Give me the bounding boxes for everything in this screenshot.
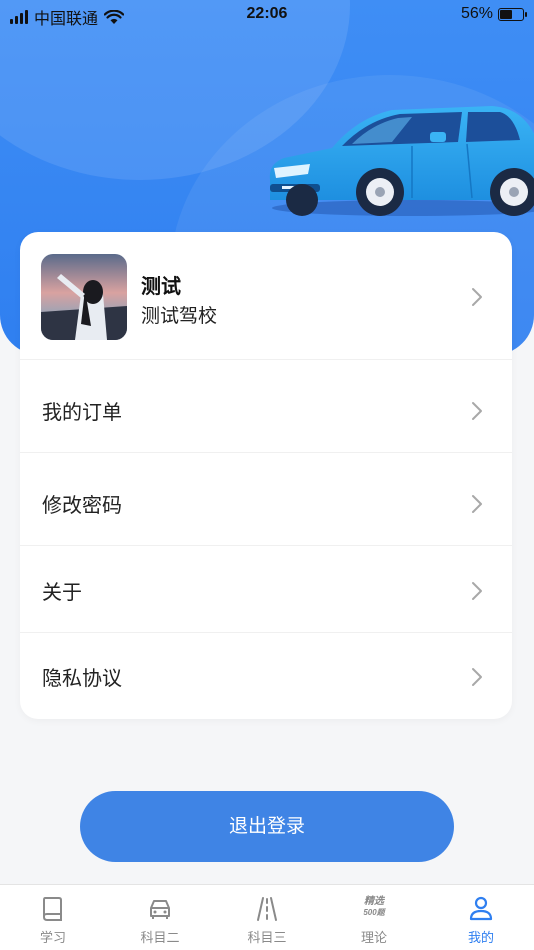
logout-button[interactable]: 退出登录: [80, 791, 454, 862]
status-bar: 中国联通 22:06 56%: [0, 0, 534, 30]
avatar: [41, 254, 127, 340]
tab-theory[interactable]: 精选 500题 理论: [321, 885, 427, 950]
tab-label: 理论: [360, 930, 387, 945]
tab-subject-two[interactable]: 科目二: [107, 885, 213, 950]
tab-subject-three[interactable]: 科目三: [214, 885, 320, 950]
tab-bar: 学习 科目二 科目三 精选 500题 理论 我的: [0, 884, 534, 950]
menu-item-change-password[interactable]: 修改密码: [20, 453, 512, 546]
icon-text-bottom: 500题: [363, 908, 385, 917]
battery-level: [500, 9, 513, 19]
menu-item-label: 我的订单: [42, 402, 122, 424]
person-icon: [469, 896, 493, 921]
tab-label: 我的: [467, 930, 494, 945]
menu-item-label: 修改密码: [42, 495, 122, 517]
chevron-right-icon: [472, 288, 482, 306]
icon-text-top: 精选: [364, 896, 384, 907]
profile-row[interactable]: 测试 测试驾校: [20, 232, 512, 360]
selected-500-icon: 精选 500题: [354, 896, 394, 924]
road-icon: [257, 897, 277, 921]
tab-label: 学习: [39, 930, 66, 945]
clock: 22:06: [246, 5, 288, 22]
chevron-right-icon: [472, 402, 482, 420]
tab-label: 科目二: [140, 930, 180, 945]
user-school: 测试驾校: [141, 306, 218, 327]
book-icon: [43, 897, 62, 921]
chevron-right-icon: [472, 582, 482, 600]
car-illustration: [269, 106, 534, 216]
battery-icon: [498, 7, 527, 21]
chevron-right-icon: [472, 495, 482, 513]
user-name: 测试: [141, 276, 181, 298]
menu-item-orders[interactable]: 我的订单: [20, 360, 512, 453]
menu-item-privacy[interactable]: 隐私协议: [20, 633, 512, 719]
tab-label: 科目三: [247, 930, 287, 945]
avatar-photo: [41, 254, 127, 340]
chevron-right-icon: [472, 668, 482, 686]
account-card: 测试 测试驾校 我的订单 修改密码 关于 隐私协议: [20, 232, 512, 719]
menu-item-about[interactable]: 关于: [20, 546, 512, 633]
tab-study[interactable]: 学习: [0, 885, 106, 950]
menu-item-label: 关于: [42, 582, 82, 604]
tab-mine[interactable]: 我的: [428, 885, 534, 950]
status-right: 56%: [460, 5, 527, 23]
battery-percent: 56%: [460, 5, 493, 22]
car-icon: [150, 900, 170, 919]
menu-item-label: 隐私协议: [42, 668, 122, 690]
